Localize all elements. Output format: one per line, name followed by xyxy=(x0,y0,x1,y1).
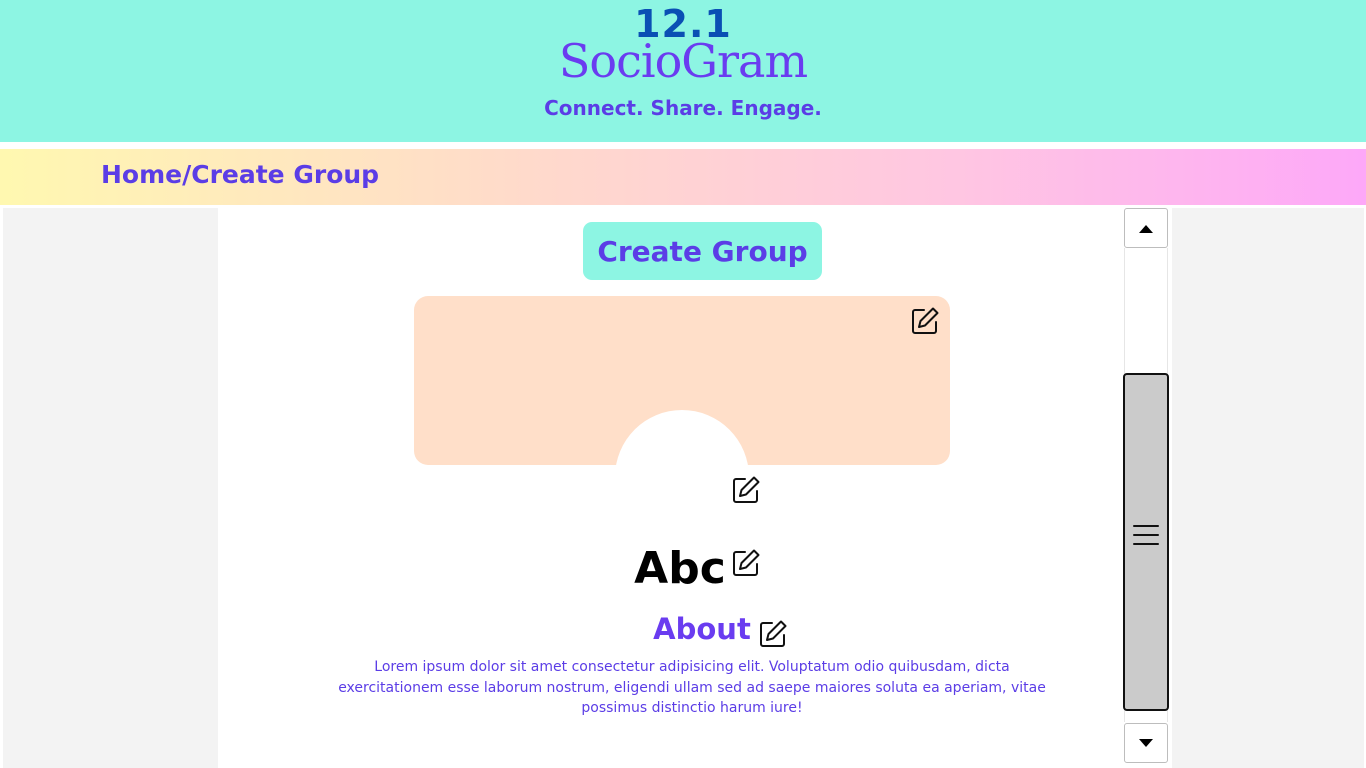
hamburger-icon xyxy=(1133,525,1159,545)
about-heading: About xyxy=(653,612,751,646)
scroll-thumb[interactable] xyxy=(1123,373,1169,711)
site-header: 12.1 SocioGram Connect. Share. Engage. xyxy=(0,0,1366,142)
scroll-down-button[interactable] xyxy=(1124,723,1168,763)
arrow-down-icon xyxy=(1139,739,1153,747)
edit-cover-icon[interactable] xyxy=(909,305,941,337)
scroll-up-button[interactable] xyxy=(1124,208,1168,248)
left-sidebar xyxy=(3,208,218,768)
group-avatar xyxy=(615,410,749,544)
edit-about-icon[interactable] xyxy=(757,618,789,650)
tagline: Connect. Share. Engage. xyxy=(544,96,822,120)
breadcrumb[interactable]: Home/Create Group xyxy=(101,160,379,189)
breadcrumb-bar: Home/Create Group xyxy=(0,149,1366,205)
edit-avatar-icon[interactable] xyxy=(730,474,762,506)
right-sidebar xyxy=(1172,208,1364,768)
about-description: Lorem ipsum dolor sit amet consectetur a… xyxy=(338,659,1046,716)
create-group-button[interactable]: Create Group xyxy=(583,222,822,280)
edit-name-icon[interactable] xyxy=(730,547,762,579)
group-name: Abc xyxy=(634,543,726,594)
brand-logo-text[interactable]: SocioGram xyxy=(0,34,1366,88)
arrow-up-icon xyxy=(1139,225,1153,233)
